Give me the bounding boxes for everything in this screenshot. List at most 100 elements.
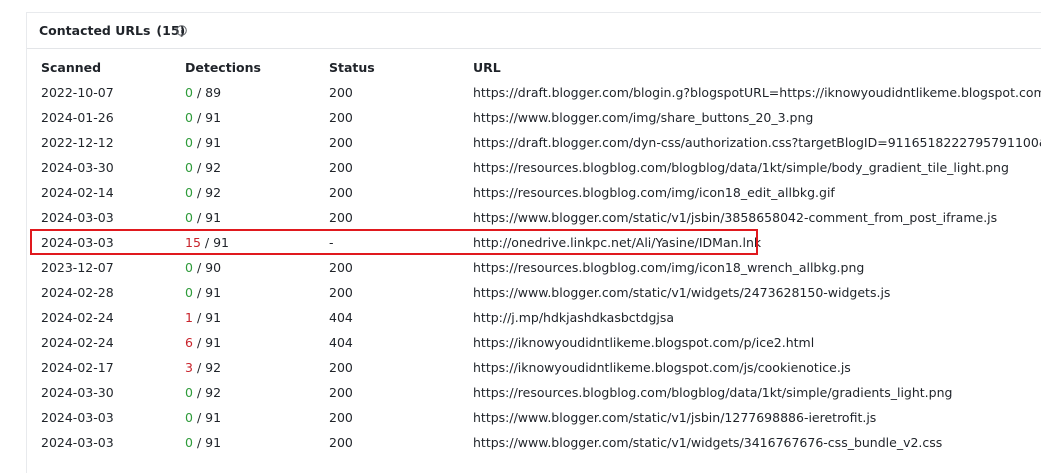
detections-total: / 90 <box>196 260 222 275</box>
url-link[interactable]: https://www.blogger.com/static/v1/jsbin/… <box>473 210 1041 225</box>
detections-count: 0 <box>185 210 193 225</box>
table-row[interactable]: 2024-01-26 0/ 91 200 https://www.blogger.co… <box>27 105 1041 130</box>
detections-total: / 91 <box>196 110 222 125</box>
status-code: 200 <box>329 85 353 100</box>
table-row[interactable]: 2024-02-24 1/ 91 404 http://j.mp/hdkjashdka… <box>27 305 1041 330</box>
detections-count: 1 <box>185 310 193 325</box>
table-row[interactable]: 2024-03-03 15/ 91 - http://onedrive.linkpc.… <box>27 230 1041 255</box>
scanned-date: 2022-12-12 <box>41 135 114 150</box>
detections-cell: 0/ 91 <box>185 135 221 150</box>
detections-cell: 0/ 91 <box>185 110 221 125</box>
detections-total: / 89 <box>196 85 222 100</box>
url-link[interactable]: https://www.blogger.com/img/share_button… <box>473 110 1041 125</box>
detections-count: 0 <box>185 260 193 275</box>
detections-cell: 1/ 91 <box>185 310 221 325</box>
table-row[interactable]: 2022-12-12 0/ 91 200 https://draft.blogger.… <box>27 130 1041 155</box>
scanned-date: 2024-03-03 <box>41 210 114 225</box>
detections-total: / 91 <box>196 410 222 425</box>
status-code: 200 <box>329 260 353 275</box>
detections-total: / 92 <box>196 385 222 400</box>
detections-total: / 91 <box>196 310 222 325</box>
status-code: 200 <box>329 110 353 125</box>
detections-cell: 3/ 92 <box>185 360 221 375</box>
table-row[interactable]: 2024-02-17 3/ 92 200 https://iknowyoudidntl… <box>27 355 1041 380</box>
detections-cell: 0/ 91 <box>185 210 221 225</box>
table-row[interactable]: 2024-02-24 6/ 91 404 https://iknowyoudidntl… <box>27 330 1041 355</box>
scanned-date: 2024-02-28 <box>41 285 114 300</box>
detections-total: / 91 <box>196 335 222 350</box>
panel-header: Contacted URLs (15) <box>27 13 1041 49</box>
detections-cell: 0/ 90 <box>185 260 221 275</box>
table-row[interactable]: 2024-03-30 0/ 92 200 https://resources.blog… <box>27 155 1041 180</box>
detections-count: 0 <box>185 435 193 450</box>
detections-total: / 92 <box>196 160 222 175</box>
column-header-detections[interactable]: Detections <box>185 60 261 75</box>
detections-total: / 91 <box>204 235 229 250</box>
detections-count: 0 <box>185 160 193 175</box>
url-link[interactable]: https://www.blogger.com/static/v1/jsbin/… <box>473 410 1041 425</box>
table-row[interactable]: 2024-03-03 0/ 91 200 https://www.blogger.co… <box>27 405 1041 430</box>
url-link[interactable]: https://draft.blogger.com/dyn-css/author… <box>473 135 1041 150</box>
detections-cell: 15/ 91 <box>185 235 229 250</box>
url-link[interactable]: https://draft.blogger.com/blogin.g?blogs… <box>473 85 1041 100</box>
detections-count: 0 <box>185 385 193 400</box>
status-code: 200 <box>329 360 353 375</box>
contacted-urls-panel: Contacted URLs (15) Scanned Detections St… <box>26 12 1041 473</box>
detections-count: 6 <box>185 335 193 350</box>
detections-count: 3 <box>185 360 193 375</box>
scanned-date: 2024-02-24 <box>41 310 114 325</box>
status-code: 200 <box>329 135 353 150</box>
scanned-date: 2024-01-26 <box>41 110 114 125</box>
table-row[interactable]: 2022-10-07 0/ 89 200 https://draft.blogger.… <box>27 80 1041 105</box>
status-code: 200 <box>329 185 353 200</box>
table-row[interactable]: 2023-12-07 0/ 90 200 https://resources.blog… <box>27 255 1041 280</box>
status-code: 200 <box>329 210 353 225</box>
table-row[interactable]: 2024-03-03 0/ 91 200 https://www.blogger.co… <box>27 430 1041 455</box>
url-link[interactable]: https://www.blogger.com/static/v1/widget… <box>473 285 1041 300</box>
url-link[interactable]: https://resources.blogblog.com/blogblog/… <box>473 385 1041 400</box>
url-link[interactable]: https://iknowyoudidntlikeme.blogspot.com… <box>473 360 1041 375</box>
url-link[interactable]: http://onedrive.linkpc.net/Ali/Yasine/ID… <box>473 235 1041 250</box>
column-header-url[interactable]: URL <box>473 60 1041 75</box>
column-header-status[interactable]: Status <box>329 60 375 75</box>
detections-cell: 0/ 91 <box>185 285 221 300</box>
scanned-date: 2024-02-17 <box>41 360 114 375</box>
scanned-date: 2024-03-30 <box>41 385 114 400</box>
table-row[interactable]: 2024-03-30 0/ 92 200 https://resources.blog… <box>27 380 1041 405</box>
detections-cell: 0/ 92 <box>185 185 221 200</box>
scanned-date: 2023-12-07 <box>41 260 114 275</box>
table-header-row: Scanned Detections Status URL <box>27 55 1041 80</box>
url-link[interactable]: https://resources.blogblog.com/blogblog/… <box>473 160 1041 175</box>
info-circle-icon[interactable] <box>176 25 187 36</box>
url-link[interactable]: https://iknowyoudidntlikeme.blogspot.com… <box>473 335 1041 350</box>
scanned-date: 2024-03-30 <box>41 160 114 175</box>
column-header-scanned[interactable]: Scanned <box>41 60 101 75</box>
table-row[interactable]: 2024-02-28 0/ 91 200 https://www.blogger.co… <box>27 280 1041 305</box>
status-code: 404 <box>329 335 353 350</box>
scanned-date: 2022-10-07 <box>41 85 114 100</box>
scanned-date: 2024-03-03 <box>41 235 114 250</box>
status-code: 200 <box>329 435 353 450</box>
detections-cell: 0/ 92 <box>185 385 221 400</box>
table-row[interactable]: 2024-03-03 0/ 91 200 https://www.blogger.co… <box>27 205 1041 230</box>
scanned-date: 2024-03-03 <box>41 410 114 425</box>
status-code: 404 <box>329 310 353 325</box>
detections-total: / 91 <box>196 135 222 150</box>
scanned-date: 2024-02-14 <box>41 185 114 200</box>
detections-count: 15 <box>185 235 201 250</box>
detections-cell: 0/ 91 <box>185 435 221 450</box>
url-link[interactable]: http://j.mp/hdkjashdkasbctdgjsa <box>473 310 1041 325</box>
detections-total: / 91 <box>196 285 222 300</box>
detections-count: 0 <box>185 285 193 300</box>
detections-count: 0 <box>185 185 193 200</box>
url-link[interactable]: https://resources.blogblog.com/img/icon1… <box>473 260 1041 275</box>
table-row[interactable]: 2024-02-14 0/ 92 200 https://resources.blog… <box>27 180 1041 205</box>
detections-count: 0 <box>185 85 193 100</box>
status-code: - <box>329 235 334 250</box>
detections-cell: 0/ 89 <box>185 85 221 100</box>
status-code: 200 <box>329 385 353 400</box>
detections-cell: 0/ 91 <box>185 410 221 425</box>
detections-total: / 91 <box>196 210 222 225</box>
url-link[interactable]: https://www.blogger.com/static/v1/widget… <box>473 435 1041 450</box>
url-link[interactable]: https://resources.blogblog.com/img/icon1… <box>473 185 1041 200</box>
